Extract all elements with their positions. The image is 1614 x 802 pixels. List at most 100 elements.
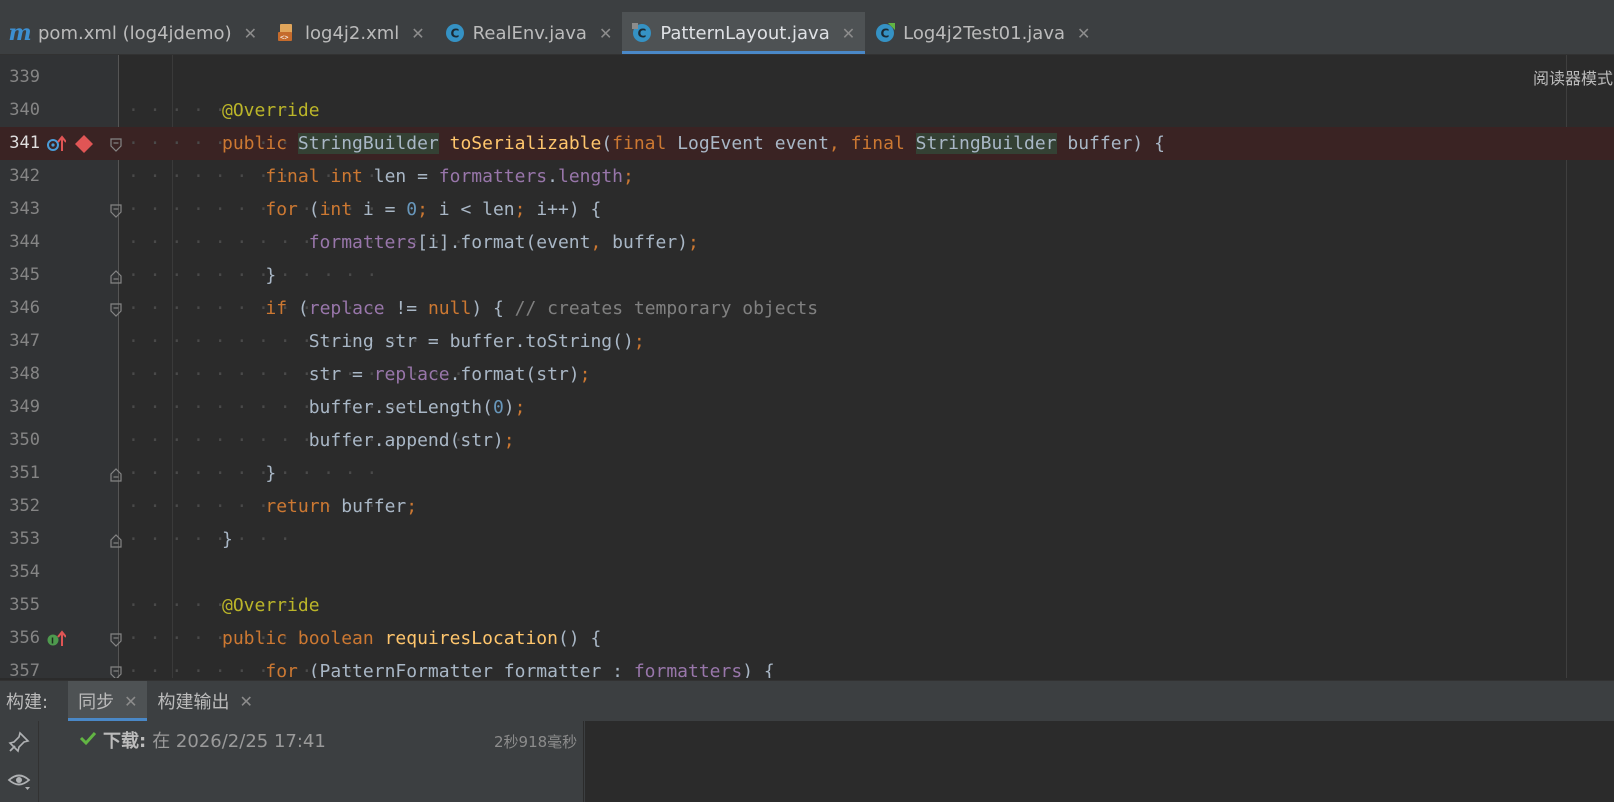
eye-icon[interactable] [7, 771, 31, 795]
code-text: for (int i = 0; i < len; i++) { [265, 199, 602, 220]
code-line[interactable]: 353 · · · · · · · · } [0, 523, 1614, 556]
line-number: 354 [9, 562, 40, 582]
svg-text:<>: <> [280, 34, 288, 42]
build-tabs: 构建: 同步 ✕ 构建输出 ✕ [0, 681, 1614, 721]
fold-icon[interactable] [110, 137, 122, 152]
code-line-breakpoint[interactable]: 341 · · · · · · · · public StringBuilder… [0, 127, 1614, 160]
build-tool-window: 构建: 同步 ✕ 构建输出 ✕ 下载: 在 2026/2/25 17:41 2秒… [0, 680, 1614, 802]
implements-marker-icon[interactable]: I [46, 630, 67, 652]
code-text: final int len = formatters.length; [265, 166, 634, 187]
item-title: 下载: [103, 731, 147, 752]
close-icon[interactable]: ✕ [1077, 24, 1090, 43]
code-line[interactable]: 351 · · · · · · · · · · · · } [0, 457, 1614, 490]
close-icon[interactable]: ✕ [124, 692, 137, 711]
tab-label: 同步 [78, 692, 115, 713]
success-check-icon [79, 730, 97, 751]
fold-end-icon[interactable] [110, 467, 122, 482]
code-text: public boolean requiresLocation() { [222, 628, 602, 649]
code-line[interactable]: 339 [0, 61, 1614, 94]
fold-end-icon[interactable] [110, 269, 122, 284]
line-number: 343 [9, 199, 40, 219]
build-label: 构建: [6, 692, 49, 713]
breakpoint-icon[interactable] [74, 134, 94, 158]
item-duration: 2秒918毫秒 [494, 733, 578, 751]
close-icon[interactable]: ✕ [842, 24, 855, 43]
code-line[interactable]: 345 · · · · · · · · · · · · } [0, 259, 1614, 292]
code-line[interactable]: 342 · · · · · · · · · · · · final int le… [0, 160, 1614, 193]
maven-icon: m [8, 20, 32, 46]
code-text: @Override [222, 595, 320, 616]
tab-build-output[interactable]: 构建输出 ✕ [147, 681, 262, 721]
code-text: buffer.append(str); [222, 430, 515, 451]
line-number: 351 [9, 463, 40, 483]
code-line[interactable]: 348 · · · · · · · · · · · · · · · · str … [0, 358, 1614, 391]
code-line[interactable]: 346 · · · · · · · · · · · · if (replace … [0, 292, 1614, 325]
svg-text:I: I [51, 637, 54, 646]
line-number: 357 [9, 661, 40, 678]
close-icon[interactable]: ✕ [239, 692, 252, 711]
code-text: } [222, 529, 233, 550]
fold-icon[interactable] [110, 203, 122, 218]
fold-end-icon[interactable] [110, 533, 122, 548]
line-number: 344 [9, 232, 40, 252]
line-number: 348 [9, 364, 40, 384]
code-text: if (replace != null) { // creates tempor… [265, 298, 819, 319]
toolbar-strip [0, 0, 1614, 12]
fold-icon[interactable] [110, 665, 122, 678]
line-number: 342 [9, 166, 40, 186]
whitespace-dots: · · · · · · · · [128, 529, 302, 550]
tab-sync[interactable]: 同步 ✕ [68, 681, 148, 721]
java-class-icon: C [875, 23, 896, 43]
code-text: @Override [222, 100, 320, 121]
code-line[interactable]: 352 · · · · · · · · · · · · return buffe… [0, 490, 1614, 523]
tab-log4j2test01-java[interactable]: C Log4j2Test01.java ✕ [865, 12, 1100, 54]
code-text: formatters[i].format(event, buffer); [308, 232, 699, 253]
tree-item-download[interactable]: 下载: 在 2026/2/25 17:41 [79, 727, 326, 753]
pin-icon[interactable] [8, 731, 30, 757]
tab-log4j2-xml[interactable]: <> log4j2.xml ✕ [267, 12, 435, 54]
tab-label: log4j2.xml [305, 22, 400, 44]
code-text: public StringBuilder toSerializable(fina… [222, 133, 1165, 154]
code-line[interactable]: 340 · · · · · · · · @Override [0, 94, 1614, 127]
code-line[interactable]: 357 · · · · · · · · · · · · for (Pattern… [0, 655, 1614, 678]
line-number: 356 [9, 628, 40, 648]
svg-text:C: C [638, 27, 647, 41]
code-line[interactable]: 355 · · · · · · · · @Override [0, 589, 1614, 622]
code-line[interactable]: 350 · · · · · · · · · · · · · · · · buff… [0, 424, 1614, 457]
line-number: 340 [9, 100, 40, 120]
reader-mode-button[interactable]: 阅读器模式 [1533, 65, 1613, 89]
override-marker-icon[interactable] [46, 135, 67, 157]
xml-file-icon: <> [277, 23, 297, 43]
code-line[interactable]: 349 · · · · · · · · · · · · · · · · buff… [0, 391, 1614, 424]
close-icon[interactable]: ✕ [599, 24, 612, 43]
build-body: 下载: 在 2026/2/25 17:41 2秒918毫秒 [0, 721, 1614, 802]
code-editor[interactable]: 339 340 · · · · · · · · @Override 341 · … [0, 55, 1614, 678]
line-number: 355 [9, 595, 40, 615]
line-number: 345 [9, 265, 40, 285]
code-line[interactable]: 344 · · · · · · · · · · · · · · · · form… [0, 226, 1614, 259]
tab-realenv-java[interactable]: C RealEnv.java ✕ [435, 12, 623, 54]
sync-tree: 下载: 在 2026/2/25 17:41 2秒918毫秒 [39, 721, 584, 802]
code-line[interactable]: 356 I · · · · · · · · public boolean req… [0, 622, 1614, 655]
code-text: return buffer; [265, 496, 418, 517]
tab-label: 构建输出 [157, 692, 230, 713]
code-text: for (PatternFormatter formatter : format… [265, 661, 775, 678]
code-text: } [222, 463, 277, 484]
tab-label: PatternLayout.java [660, 22, 830, 44]
item-detail: 在 2026/2/25 17:41 [152, 731, 326, 752]
close-icon[interactable]: ✕ [244, 24, 257, 43]
line-number: 346 [9, 298, 40, 318]
fold-icon[interactable] [110, 302, 122, 317]
code-line[interactable]: 347 · · · · · · · · · · · · · · · · Stri… [0, 325, 1614, 358]
line-number: 339 [9, 67, 40, 87]
code-line[interactable]: 343 · · · · · · · · · · · · for (int i =… [0, 193, 1614, 226]
tab-pom-xml[interactable]: m pom.xml (log4jdemo) ✕ [0, 12, 267, 54]
close-icon[interactable]: ✕ [411, 24, 424, 43]
build-sidebar [0, 721, 39, 802]
line-number: 350 [9, 430, 40, 450]
editor-tab-bar: m pom.xml (log4jdemo) ✕ <> log4j2.xml ✕ … [0, 12, 1614, 55]
tab-patternlayout-java[interactable]: C PatternLayout.java ✕ [622, 12, 866, 54]
build-output-pane[interactable] [585, 721, 1614, 802]
fold-icon[interactable] [110, 632, 122, 647]
code-line[interactable]: 354 [0, 556, 1614, 589]
